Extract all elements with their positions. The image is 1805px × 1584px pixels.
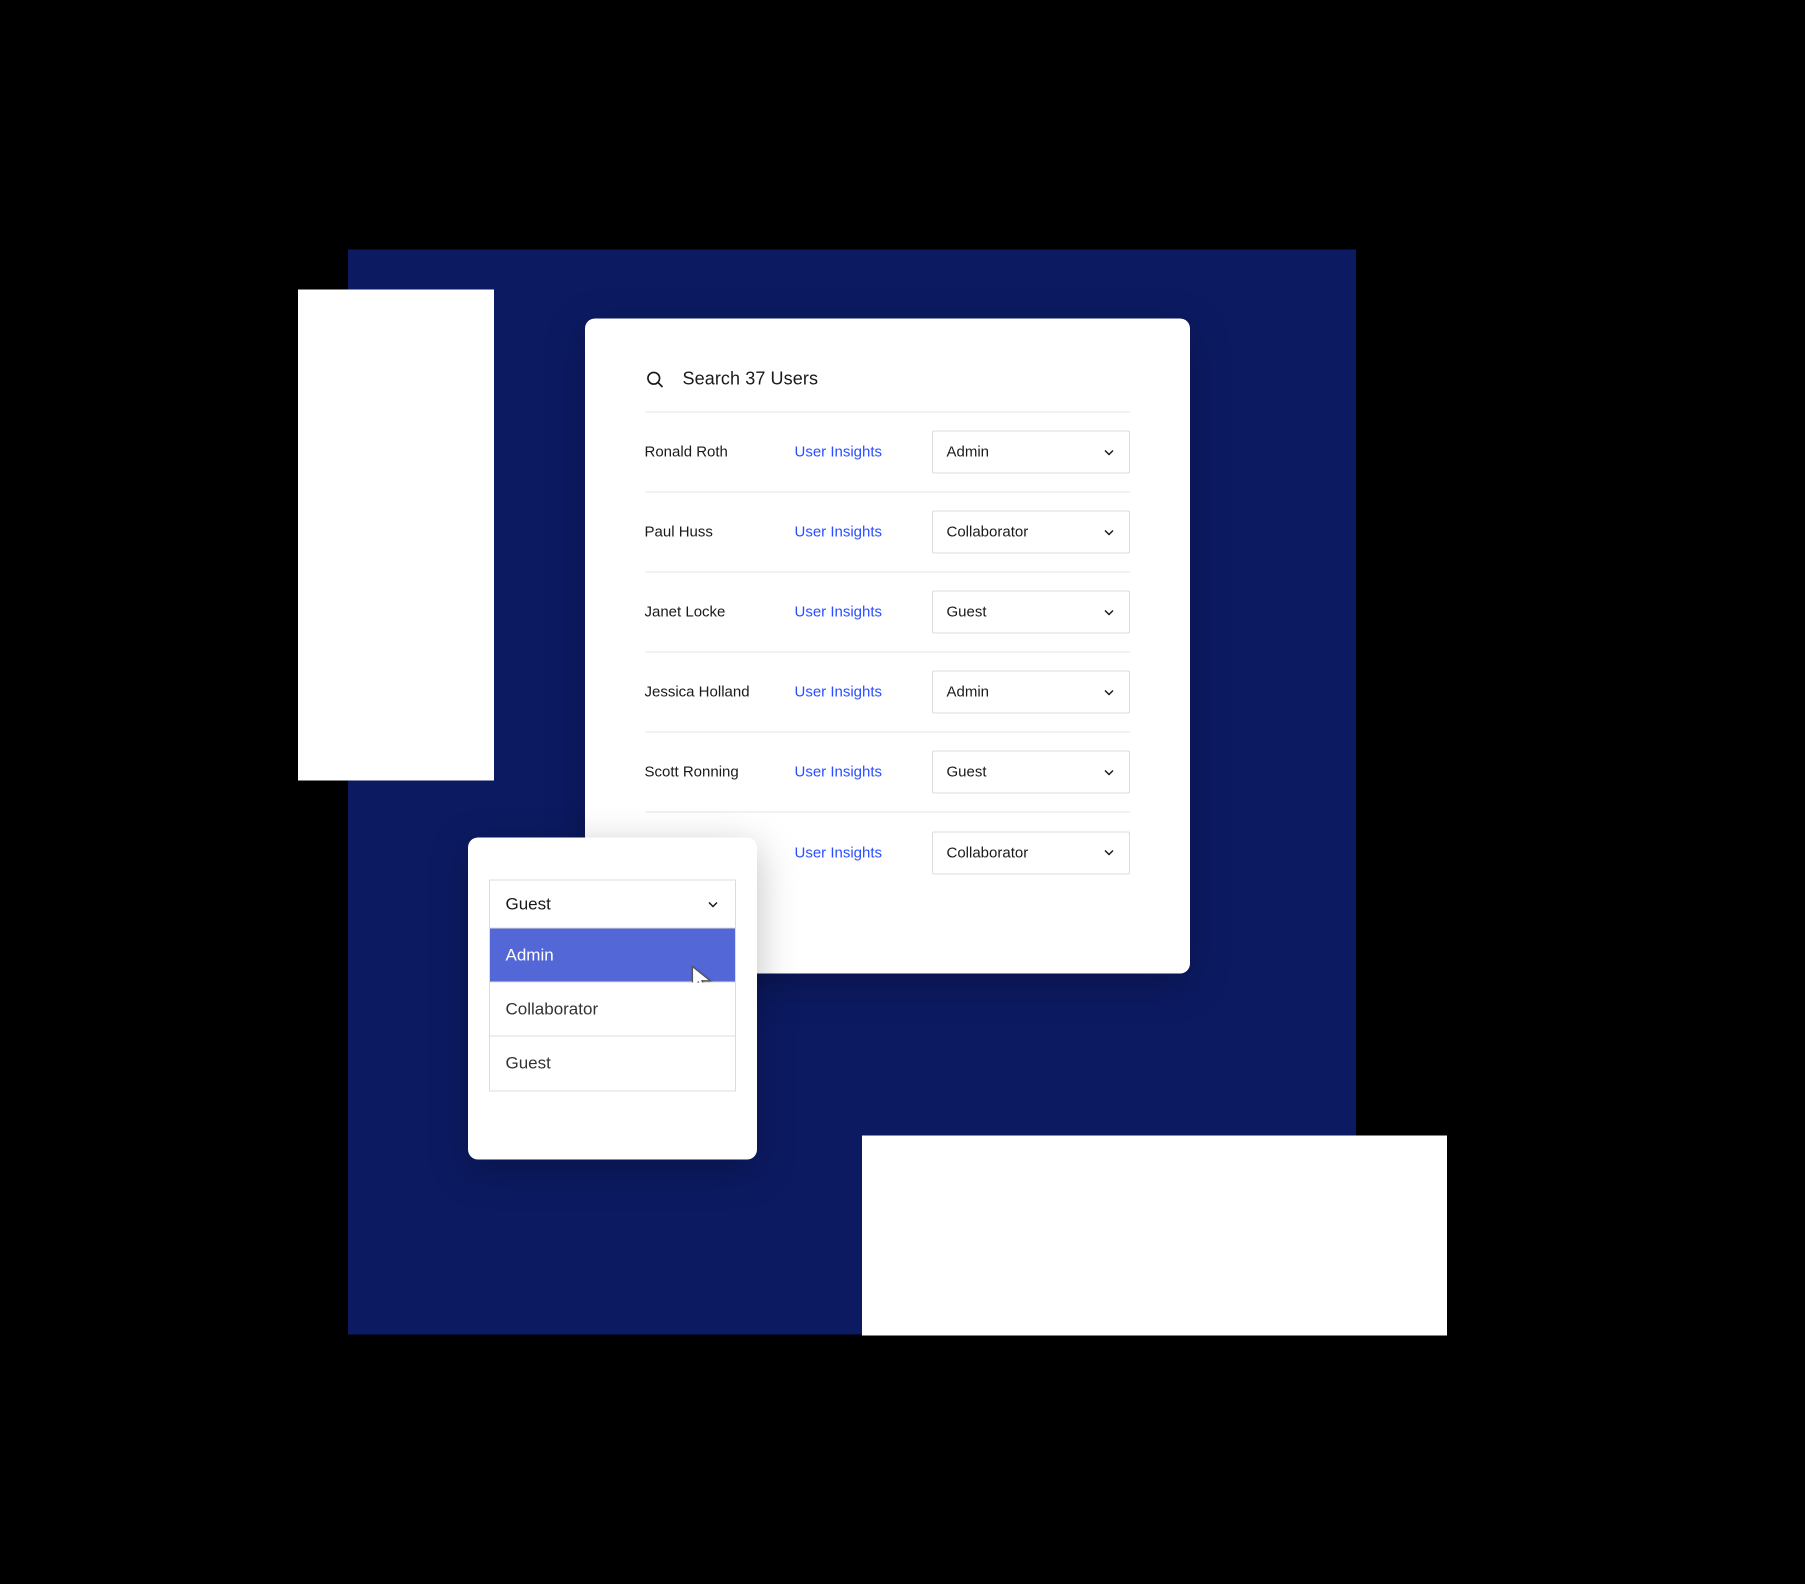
chevron-down-icon <box>1103 606 1115 618</box>
role-select-label: Guest <box>947 764 987 781</box>
user-insights-link[interactable]: User Insights <box>795 524 915 541</box>
role-select-label: Admin <box>947 444 990 461</box>
search-input[interactable]: Search 37 Users <box>645 369 1130 413</box>
role-select-label: Guest <box>947 604 987 621</box>
user-insights-link[interactable]: User Insights <box>795 684 915 701</box>
role-select[interactable]: Collaborator <box>932 831 1130 874</box>
role-option-admin[interactable]: Admin <box>490 929 735 983</box>
role-option-label: Admin <box>506 945 554 965</box>
chevron-down-icon <box>1103 847 1115 859</box>
role-select[interactable]: Guest <box>932 591 1130 634</box>
chevron-down-icon <box>1103 766 1115 778</box>
user-row: Ronald Roth User Insights Admin <box>645 413 1130 493</box>
role-select-label: Collaborator <box>947 524 1029 541</box>
user-name: Ronald Roth <box>645 444 795 461</box>
chevron-down-icon <box>1103 686 1115 698</box>
role-select-label: Admin <box>947 684 990 701</box>
user-row: Paul Huss User Insights Collaborator <box>645 493 1130 573</box>
user-insights-link[interactable]: User Insights <box>795 444 915 461</box>
chevron-down-icon <box>1103 446 1115 458</box>
decorative-block-right <box>862 1136 1447 1336</box>
role-option-label: Collaborator <box>506 999 599 1019</box>
user-insights-link[interactable]: User Insights <box>795 764 915 781</box>
user-name: Scott Ronning <box>645 764 795 781</box>
user-row: Janet Locke User Insights Guest <box>645 573 1130 653</box>
user-row: Scott Ronning User Insights Guest <box>645 733 1130 813</box>
role-select[interactable]: Admin <box>932 431 1130 474</box>
user-row: Jessica Holland User Insights Admin <box>645 653 1130 733</box>
role-select[interactable]: Guest <box>932 751 1130 794</box>
decorative-block-left <box>298 290 494 781</box>
role-dropdown-toggle[interactable]: Guest <box>489 880 736 929</box>
role-option-label: Guest <box>506 1054 551 1074</box>
user-name: Jessica Holland <box>645 684 795 701</box>
role-dropdown-options: Admin Collaborator Guest <box>489 929 736 1092</box>
role-select[interactable]: Collaborator <box>932 511 1130 554</box>
role-dropdown-current: Guest <box>506 894 551 914</box>
chevron-down-icon <box>707 898 719 910</box>
user-insights-link[interactable]: User Insights <box>795 844 915 861</box>
search-icon <box>645 369 665 389</box>
user-name: Janet Locke <box>645 604 795 621</box>
role-dropdown-panel: Guest Admin Collaborator Guest <box>468 838 757 1160</box>
user-insights-link[interactable]: User Insights <box>795 604 915 621</box>
role-select[interactable]: Admin <box>932 671 1130 714</box>
role-select-label: Collaborator <box>947 844 1029 861</box>
search-placeholder: Search 37 Users <box>683 369 819 390</box>
role-option-guest[interactable]: Guest <box>490 1037 735 1091</box>
user-name: Paul Huss <box>645 524 795 541</box>
chevron-down-icon <box>1103 526 1115 538</box>
role-option-collaborator[interactable]: Collaborator <box>490 983 735 1037</box>
